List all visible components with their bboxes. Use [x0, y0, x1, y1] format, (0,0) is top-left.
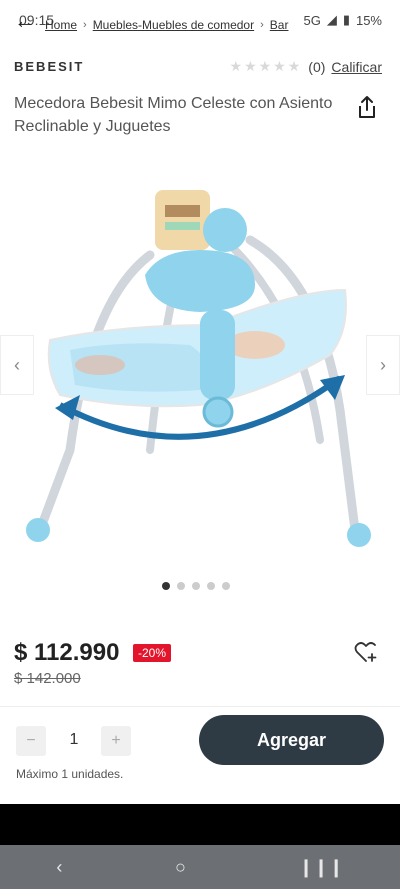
rating-row: ★★★★★ (0) Calificar — [230, 58, 382, 75]
quantity-decrease-button[interactable]: − — [16, 726, 46, 756]
battery-icon: ▮ — [342, 12, 350, 27]
network-label: 5G — [303, 12, 321, 28]
product-title: Mecedora Bebesit Mimo Celeste con Asient… — [14, 95, 333, 135]
rate-link[interactable]: Calificar — [331, 59, 382, 75]
gallery-next-button[interactable]: › — [366, 335, 400, 395]
add-to-cart-button[interactable]: Agregar — [199, 715, 384, 765]
add-to-cart-bar: − 1 + Agregar Máximo 1 unidades. — [0, 706, 400, 790]
gallery-prev-button[interactable]: ‹ — [0, 335, 34, 395]
nav-recents-icon[interactable]: ❙❙❙ — [298, 857, 343, 878]
gallery-dot[interactable] — [162, 582, 170, 590]
gallery-dot[interactable] — [192, 582, 200, 590]
max-units-note: Máximo 1 unidades. — [16, 767, 124, 781]
price: $ 112.990 — [14, 639, 120, 666]
quantity-increase-button[interactable]: + — [101, 726, 131, 756]
battery-level: 15% — [355, 12, 382, 28]
breadcrumb: Home › Muebles-Muebles de comedor › Bar — [45, 18, 288, 32]
top-bar: 09:15 ← Home › Muebles-Muebles de comedo… — [0, 0, 400, 44]
gallery-dots — [162, 582, 230, 590]
back-arrow-icon[interactable]: ← — [14, 10, 36, 32]
quantity-value: 1 — [69, 731, 79, 748]
system-nav-bar: ‹ ○ ❙❙❙ — [0, 845, 400, 889]
discount-badge: -20% — [133, 644, 172, 662]
old-price: $ 142.000 — [14, 670, 81, 687]
rating-stars: ★★★★★ — [229, 58, 303, 74]
brand-name[interactable]: BEBESIT — [14, 59, 84, 74]
product-gallery[interactable]: ‹ › — [0, 150, 400, 590]
share-icon[interactable] — [356, 95, 378, 119]
status-icons: 5G ◢ ▮ 15% — [303, 12, 382, 28]
bottom-strip — [0, 790, 400, 804]
nav-back-icon[interactable]: ‹ — [56, 857, 62, 878]
chevron-right-icon: › — [260, 19, 264, 31]
nav-home-icon[interactable]: ○ — [175, 857, 186, 878]
add-to-wishlist-icon[interactable] — [354, 641, 378, 663]
breadcrumb-home[interactable]: Home — [45, 18, 77, 32]
chevron-left-icon: ‹ — [14, 354, 20, 375]
gallery-dot[interactable] — [207, 582, 215, 590]
gallery-dot[interactable] — [222, 582, 230, 590]
chevron-right-icon: › — [380, 354, 386, 375]
signal-icon: ◢ — [326, 12, 337, 27]
breadcrumb-current[interactable]: Bar — [270, 18, 289, 32]
product-image — [26, 190, 371, 547]
black-bar — [0, 804, 400, 845]
chevron-right-icon: › — [83, 19, 87, 31]
breadcrumb-category[interactable]: Muebles-Muebles de comedor — [93, 18, 254, 32]
rating-count: (0) — [308, 58, 326, 75]
gallery-dot[interactable] — [177, 582, 185, 590]
